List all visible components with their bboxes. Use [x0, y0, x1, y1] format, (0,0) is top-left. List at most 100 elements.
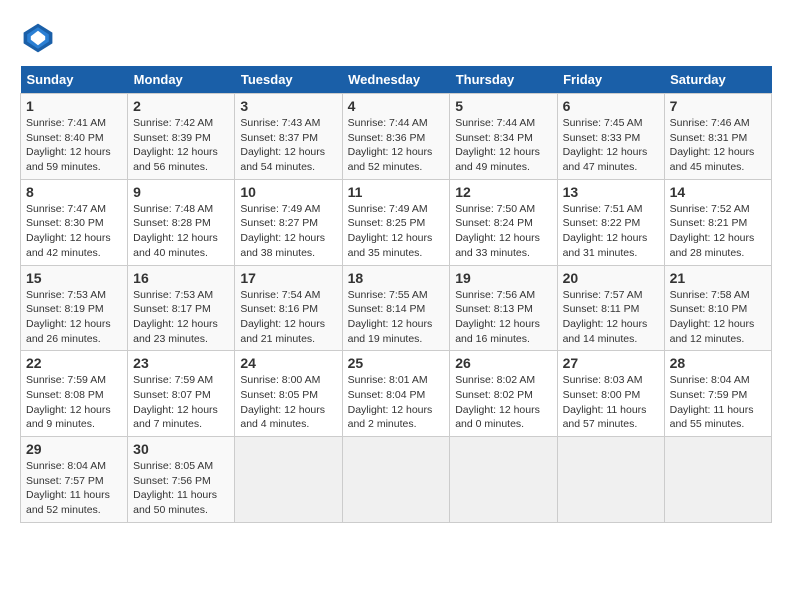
day-number: 17: [240, 270, 336, 286]
calendar-week-row: 8 Sunrise: 7:47 AM Sunset: 8:30 PM Daylight…: [21, 179, 772, 265]
sunset-text: Sunset: 8:07 PM: [133, 389, 211, 401]
sunset-text: Sunset: 8:10 PM: [670, 303, 748, 315]
weekday-header-cell: Saturday: [664, 66, 771, 94]
weekday-header-cell: Sunday: [21, 66, 128, 94]
sunset-text: Sunset: 7:57 PM: [26, 475, 104, 487]
sunrise-text: Sunrise: 7:45 AM: [563, 117, 643, 129]
daylight-text: Daylight: 12 hours and 12 minutes.: [670, 318, 755, 345]
sunrise-text: Sunrise: 7:43 AM: [240, 117, 320, 129]
daylight-text: Daylight: 12 hours and 19 minutes.: [348, 318, 433, 345]
sunrise-text: Sunrise: 7:58 AM: [670, 289, 750, 301]
sunset-text: Sunset: 8:40 PM: [26, 132, 104, 144]
sunset-text: Sunset: 8:11 PM: [563, 303, 640, 315]
calendar-day-cell: 15Sunrise: 7:53 AMSunset: 8:19 PMDayligh…: [21, 265, 128, 351]
calendar-day-cell: 8 Sunrise: 7:47 AM Sunset: 8:30 PM Daylight…: [21, 179, 128, 265]
calendar-day-cell: 22 Sunrise: 7:59 AM Sunset: 8:08 PM Dayligh…: [21, 351, 128, 437]
day-number: 3: [240, 98, 336, 114]
day-number: 13: [563, 184, 659, 200]
calendar-day-cell: 27Sunrise: 8:03 AMSunset: 8:00 PMDayligh…: [557, 351, 664, 437]
sunrise-text: Sunrise: 7:49 AM: [240, 203, 320, 215]
sunset-text: Sunset: 8:37 PM: [240, 132, 318, 144]
day-number: 22: [26, 355, 122, 371]
daylight-text: Daylight: 12 hours and 40 minutes.: [133, 232, 218, 259]
sunrise-text: Sunrise: 7:50 AM: [455, 203, 535, 215]
logo: [20, 20, 62, 56]
calendar-day-cell: 18Sunrise: 7:55 AMSunset: 8:14 PMDayligh…: [342, 265, 450, 351]
sunset-text: Sunset: 8:14 PM: [348, 303, 426, 315]
weekday-header-cell: Wednesday: [342, 66, 450, 94]
calendar-day-cell: [235, 437, 342, 523]
daylight-text: Daylight: 12 hours and 2 minutes.: [348, 404, 433, 431]
sunset-text: Sunset: 8:27 PM: [240, 217, 318, 229]
sunrise-text: Sunrise: 7:52 AM: [670, 203, 750, 215]
day-number: 4: [348, 98, 445, 114]
day-number: 1: [26, 98, 122, 114]
calendar-body: 1Sunrise: 7:41 AMSunset: 8:40 PMDaylight…: [21, 94, 772, 523]
sunrise-text: Sunrise: 8:04 AM: [26, 460, 106, 472]
calendar-day-cell: 23Sunrise: 7:59 AMSunset: 8:07 PMDayligh…: [128, 351, 235, 437]
sunrise-text: Sunrise: 8:02 AM: [455, 374, 535, 386]
daylight-text: Daylight: 12 hours and 16 minutes.: [455, 318, 540, 345]
daylight-text: Daylight: 12 hours and 28 minutes.: [670, 232, 755, 259]
weekday-header-cell: Monday: [128, 66, 235, 94]
sunset-text: Sunset: 8:16 PM: [240, 303, 318, 315]
calendar-day-cell: 26Sunrise: 8:02 AMSunset: 8:02 PMDayligh…: [450, 351, 557, 437]
day-number: 23: [133, 355, 229, 371]
sunrise-text: Sunrise: 7:47 AM: [26, 203, 106, 215]
day-number: 2: [133, 98, 229, 114]
calendar-day-cell: [450, 437, 557, 523]
daylight-text: Daylight: 11 hours and 52 minutes.: [26, 489, 110, 516]
daylight-text: Daylight: 12 hours and 0 minutes.: [455, 404, 540, 431]
day-number: 19: [455, 270, 551, 286]
sunrise-text: Sunrise: 8:03 AM: [563, 374, 643, 386]
sunset-text: Sunset: 8:31 PM: [670, 132, 748, 144]
calendar-day-cell: 20Sunrise: 7:57 AMSunset: 8:11 PMDayligh…: [557, 265, 664, 351]
calendar-day-cell: 4Sunrise: 7:44 AMSunset: 8:36 PMDaylight…: [342, 94, 450, 180]
weekday-header-cell: Tuesday: [235, 66, 342, 94]
calendar-day-cell: 21Sunrise: 7:58 AMSunset: 8:10 PMDayligh…: [664, 265, 771, 351]
calendar-day-cell: 29 Sunrise: 8:04 AM Sunset: 7:57 PM Dayligh…: [21, 437, 128, 523]
sunset-text: Sunset: 8:21 PM: [670, 217, 748, 229]
calendar-day-cell: 25Sunrise: 8:01 AMSunset: 8:04 PMDayligh…: [342, 351, 450, 437]
sunrise-text: Sunrise: 7:44 AM: [455, 117, 535, 129]
calendar-day-cell: 13Sunrise: 7:51 AMSunset: 8:22 PMDayligh…: [557, 179, 664, 265]
sunset-text: Sunset: 8:17 PM: [133, 303, 211, 315]
daylight-text: Daylight: 12 hours and 21 minutes.: [240, 318, 325, 345]
sunrise-text: Sunrise: 8:00 AM: [240, 374, 320, 386]
calendar-day-cell: [557, 437, 664, 523]
day-number: 28: [670, 355, 766, 371]
daylight-text: Daylight: 12 hours and 9 minutes.: [26, 404, 111, 431]
day-number: 10: [240, 184, 336, 200]
daylight-text: Daylight: 12 hours and 42 minutes.: [26, 232, 111, 259]
daylight-text: Daylight: 12 hours and 52 minutes.: [348, 146, 433, 173]
sunrise-text: Sunrise: 8:05 AM: [133, 460, 213, 472]
daylight-text: Daylight: 11 hours and 55 minutes.: [670, 404, 754, 431]
sunset-text: Sunset: 8:30 PM: [26, 217, 104, 229]
sunset-text: Sunset: 8:05 PM: [240, 389, 318, 401]
daylight-text: Daylight: 12 hours and 38 minutes.: [240, 232, 325, 259]
day-number: 30: [133, 441, 229, 457]
sunset-text: Sunset: 8:04 PM: [348, 389, 426, 401]
sunset-text: Sunset: 8:19 PM: [26, 303, 104, 315]
sunrise-text: Sunrise: 7:44 AM: [348, 117, 428, 129]
daylight-text: Daylight: 12 hours and 45 minutes.: [670, 146, 755, 173]
day-number: 29: [26, 441, 122, 457]
sunset-text: Sunset: 7:56 PM: [133, 475, 211, 487]
weekday-header-cell: Friday: [557, 66, 664, 94]
logo-icon: [20, 20, 56, 56]
daylight-text: Daylight: 12 hours and 4 minutes.: [240, 404, 325, 431]
day-number: 8: [26, 184, 122, 200]
calendar-table: SundayMondayTuesdayWednesdayThursdayFrid…: [20, 66, 772, 523]
sunset-text: Sunset: 8:24 PM: [455, 217, 533, 229]
calendar-day-cell: 12Sunrise: 7:50 AMSunset: 8:24 PMDayligh…: [450, 179, 557, 265]
sunrise-text: Sunrise: 7:59 AM: [26, 374, 106, 386]
day-number: 9: [133, 184, 229, 200]
calendar-day-cell: 28Sunrise: 8:04 AMSunset: 7:59 PMDayligh…: [664, 351, 771, 437]
sunset-text: Sunset: 8:08 PM: [26, 389, 104, 401]
day-number: 14: [670, 184, 766, 200]
calendar-day-cell: 14 Sunrise: 7:52 AM Sunset: 8:21 PM Dayligh…: [664, 179, 771, 265]
daylight-text: Daylight: 12 hours and 33 minutes.: [455, 232, 540, 259]
weekday-header-row: SundayMondayTuesdayWednesdayThursdayFrid…: [21, 66, 772, 94]
calendar-day-cell: 9Sunrise: 7:48 AMSunset: 8:28 PMDaylight…: [128, 179, 235, 265]
day-number: 16: [133, 270, 229, 286]
